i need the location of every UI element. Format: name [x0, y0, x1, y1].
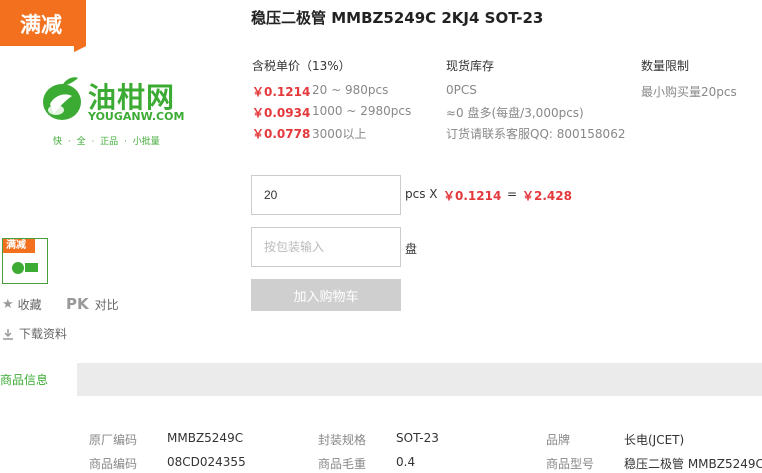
spec-key: 商品毛重 [318, 457, 367, 471]
stock-reels: ≈0 盘多(每盘/3,000pcs) [446, 106, 584, 120]
spec-value: 长电(JCET) [624, 433, 685, 447]
favorite-label: 收藏 [17, 298, 42, 312]
product-title: 稳压二极管 MMBZ5249C 2KJ4 SOT-23 [251, 9, 544, 27]
min-order-text: 最小购买量20pcs [641, 85, 737, 99]
spec-key: 原厂编码 [89, 433, 138, 447]
spec-key: 商品编码 [89, 457, 138, 471]
download-icon [3, 328, 13, 340]
promo-badge-label: 满减 [20, 13, 62, 37]
spec-value: 08CD024355 [167, 455, 246, 469]
logo-domain: YOUGANW.COM [88, 110, 185, 123]
stock-count: 0PCS [446, 83, 477, 97]
price-header: 含税单价（13%） [252, 59, 351, 73]
package-unit-label: 盘 [405, 242, 418, 256]
tier-range: 3000以上 [312, 127, 367, 141]
tier-range: 1000 ~ 2980pcs [312, 104, 412, 118]
tier-price: ￥0.0934 [252, 106, 311, 120]
spec-key: 封装规格 [318, 433, 367, 447]
limit-header: 数量限制 [641, 59, 690, 73]
compare-label: 对比 [94, 297, 119, 312]
package-quantity-input[interactable] [251, 227, 401, 267]
detail-tab-bar: 商品信息 [0, 363, 762, 396]
download-docs-button[interactable]: 下载资料 [2, 325, 67, 342]
download-label: 下载资料 [19, 327, 68, 341]
tier-range: 20 ~ 980pcs [312, 83, 389, 97]
youganw-logo-icon [43, 77, 81, 120]
order-contact: 订货请联系客服QQ: 800158062 [446, 127, 626, 141]
spec-key: 商品型号 [546, 457, 595, 471]
brand-logo: 油柑网 YOUGANW.COM 快 · 全 · 正品 · 小批量 [40, 72, 200, 152]
add-to-cart-button[interactable]: 加入购物车 [251, 279, 401, 311]
compare-button[interactable]: PK 对比 [66, 295, 119, 313]
spec-key: 品牌 [546, 433, 571, 447]
price-tier-row: ￥0.0778 3000以上 [252, 125, 367, 143]
product-thumbnail[interactable]: 满减 [2, 238, 48, 284]
tier-price: ￥0.1214 [252, 85, 311, 99]
unit-price: ￥0.1214 [443, 189, 502, 203]
promo-badge: 满减 [0, 0, 86, 52]
spec-value: SOT-23 [396, 431, 439, 445]
thumbnail-promo-badge: 满减 [3, 239, 35, 253]
thumbnail-logo-icon [12, 262, 38, 274]
total-price: ￥2.428 [522, 189, 572, 203]
logo-slogan: 快 · 全 · 正品 · 小批量 [53, 137, 160, 147]
quantity-input[interactable]: 20 [251, 175, 401, 215]
pcs-multiplier: pcs X [405, 187, 438, 201]
pk-icon: PK [66, 295, 89, 313]
spec-value: MMBZ5249C [167, 431, 244, 445]
favorite-button[interactable]: ★ 收藏 [2, 296, 42, 313]
spec-value: 0.4 [396, 455, 416, 469]
price-tier-row: ￥0.0934 1000 ~ 2980pcs [252, 104, 411, 122]
spec-value: 稳压二极管 MMBZ5249C [624, 457, 762, 471]
tab-product-info[interactable]: 商品信息 [0, 363, 77, 396]
star-icon: ★ [2, 297, 14, 312]
stock-header: 现货库存 [446, 59, 495, 73]
equals-sign: = [507, 187, 518, 201]
price-tier-row: ￥0.1214 20 ~ 980pcs [252, 83, 388, 101]
tier-price: ￥0.0778 [252, 127, 311, 141]
